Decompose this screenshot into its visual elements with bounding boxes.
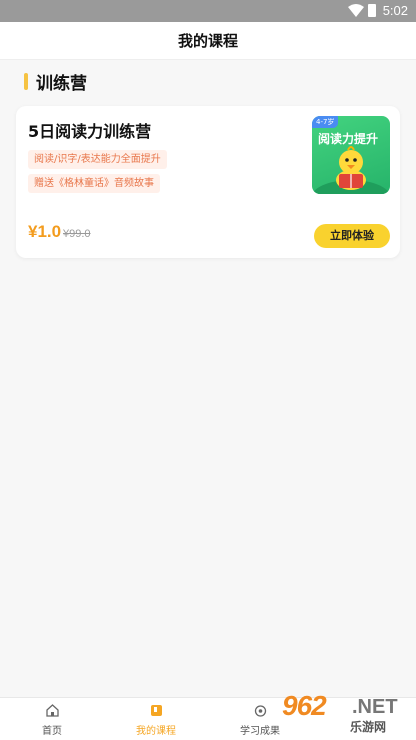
course-book-icon [151,705,162,716]
course-tag: 赠送《格林童话》音频故事 [28,174,160,193]
tab-label: 首页 [42,726,62,737]
try-now-button[interactable]: 立即体验 [314,224,390,248]
section-accent-bar [24,72,28,90]
home-icon [46,704,59,717]
tab-my-courses[interactable]: 我的课程 [104,698,208,740]
tab-home[interactable]: 首页 [0,698,104,740]
section-title: 训练营 [36,73,87,94]
tab-label: 我的课程 [136,726,176,737]
course-thumbnail[interactable]: 4-7岁 阅读力提升 [312,116,390,194]
watermark-suffix: .NET [352,696,398,718]
wifi-icon [348,4,364,17]
original-price: ¥99.0 [63,228,91,240]
status-bar: 5:02 [0,0,416,22]
page-title: 我的课程 [0,22,416,60]
age-badge: 4-7岁 [312,116,339,128]
course-name: 5日阅读力训练营 [28,122,152,141]
status-time: 5:02 [382,3,408,18]
course-card[interactable]: 5日阅读力训练营 阅读/识字/表达能力全面提升 赠送《格林童话》音频故事 4-7… [16,106,400,258]
thumbnail-title: 阅读力提升 [318,132,379,146]
section-header: 训练营 [24,70,87,94]
site-watermark: 962 .NET 乐游网 [278,690,414,738]
battery-icon [368,4,376,17]
watermark-text: 乐游网 [350,720,387,734]
achievement-icon [254,705,267,717]
watermark-number: 962 [282,690,327,721]
course-price: ¥1.0 [28,222,62,241]
course-tag: 阅读/识字/表达能力全面提升 [28,150,167,169]
